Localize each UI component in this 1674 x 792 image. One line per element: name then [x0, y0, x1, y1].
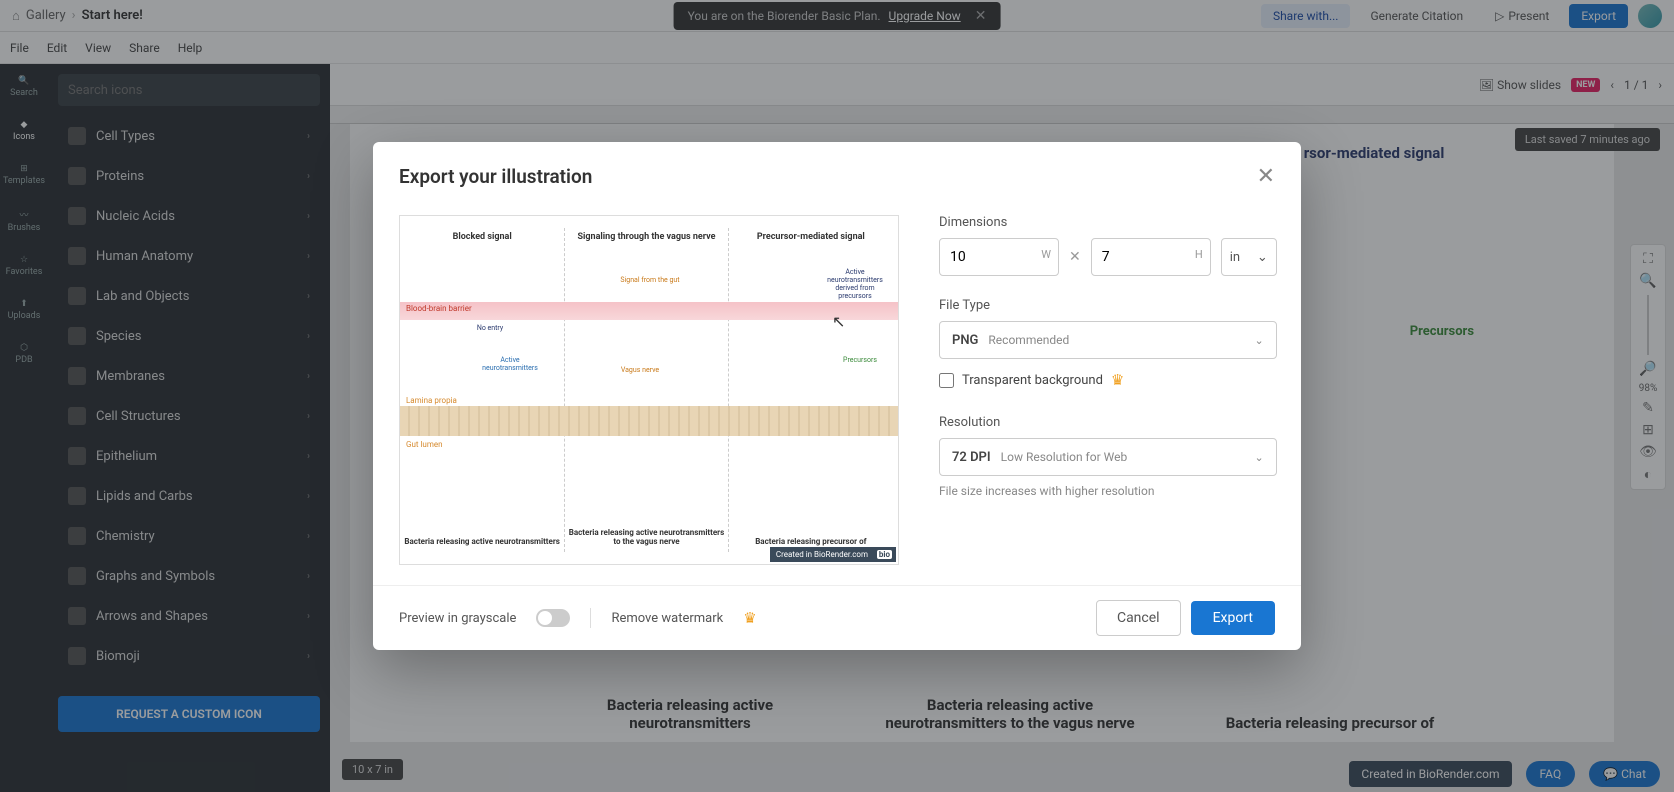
export-modal: Export your illustration ✕ Blocked signa… — [373, 142, 1301, 650]
filetype-select[interactable]: PNG Recommended ⌄ — [939, 321, 1277, 359]
transparent-checkbox[interactable]: Transparent background ♛ — [939, 371, 1277, 389]
height-input[interactable] — [1091, 238, 1211, 276]
crown-icon: ♛ — [743, 609, 756, 627]
resolution-label: Resolution — [939, 415, 1277, 430]
cancel-button[interactable]: Cancel — [1096, 600, 1181, 636]
grayscale-toggle[interactable] — [536, 609, 570, 627]
crown-icon: ♛ — [1111, 371, 1124, 389]
modal-title: Export your illustration — [399, 165, 592, 188]
watermark: Created in BioRender.com — [770, 547, 896, 562]
filetype-label: File Type — [939, 298, 1277, 313]
export-confirm-button[interactable]: Export — [1191, 601, 1275, 635]
chevron-down-icon: ⌄ — [1257, 250, 1268, 265]
resolution-select[interactable]: 72 DPI Low Resolution for Web ⌄ — [939, 438, 1277, 476]
dimensions-label: Dimensions — [939, 215, 1277, 230]
modal-overlay: Export your illustration ✕ Blocked signa… — [0, 0, 1674, 792]
chevron-down-icon: ⌄ — [1255, 334, 1264, 347]
chevron-down-icon: ⌄ — [1255, 451, 1264, 464]
grayscale-label: Preview in grayscale — [399, 611, 516, 626]
close-icon[interactable]: ✕ — [1257, 164, 1275, 189]
times-icon: ✕ — [1069, 249, 1081, 265]
unit-select[interactable]: in⌄ — [1221, 238, 1277, 276]
export-preview: Blocked signal Signaling through the vag… — [399, 215, 899, 565]
resolution-help: File size increases with higher resoluti… — [939, 484, 1277, 498]
remove-watermark-label: Remove watermark — [611, 611, 723, 626]
